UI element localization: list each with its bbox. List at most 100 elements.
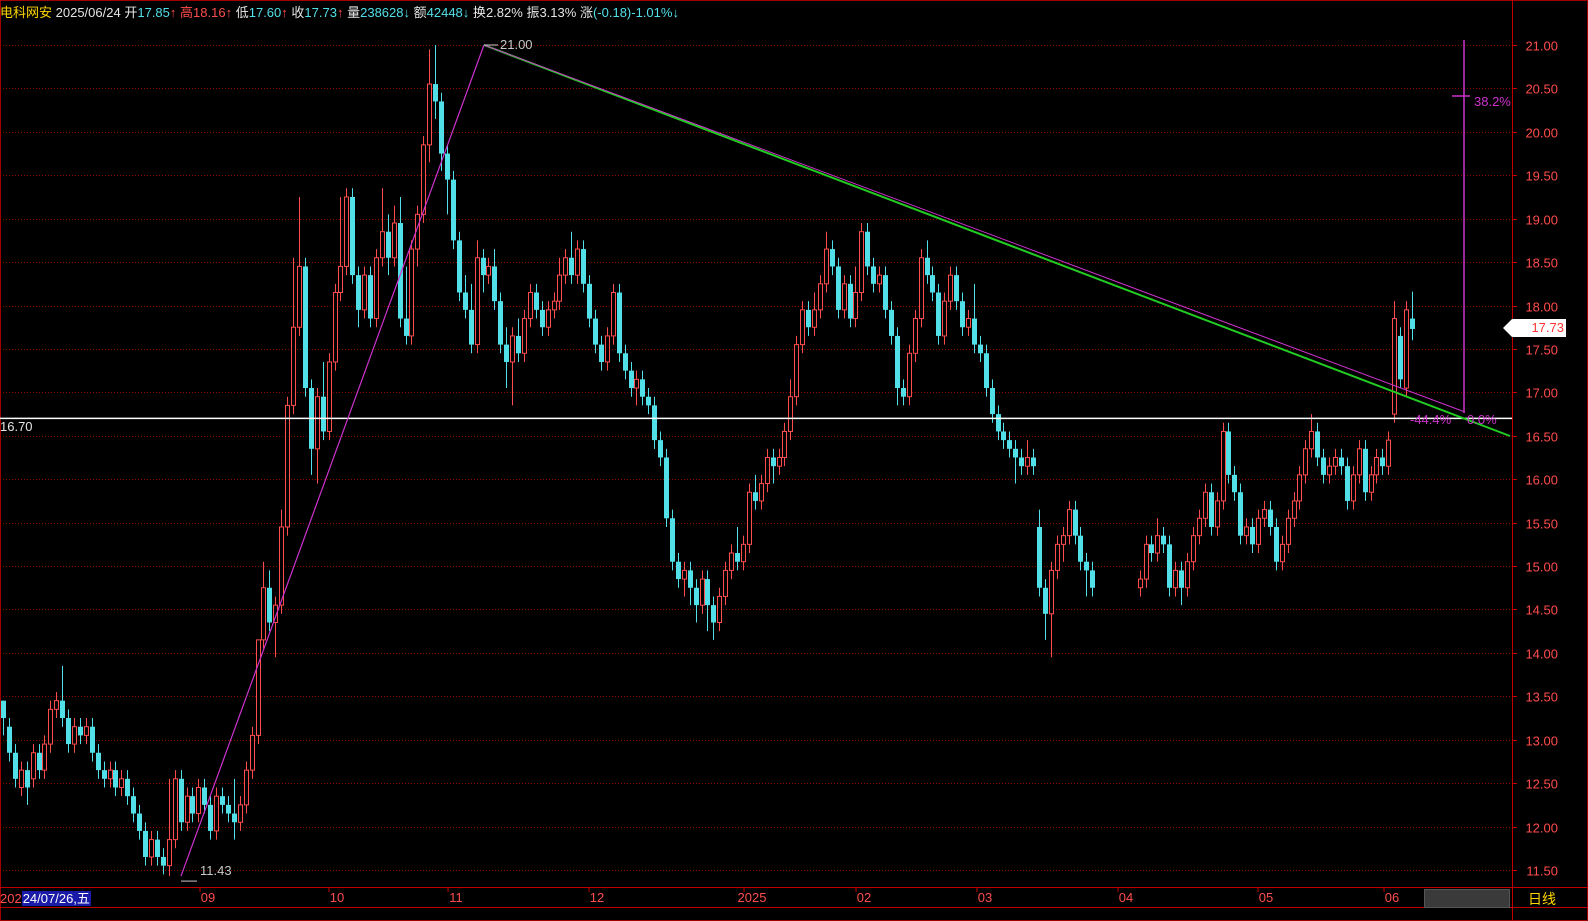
last-price-tag: 17.73	[1503, 319, 1566, 337]
candle-body-down	[1380, 457, 1385, 467]
candle-body-up	[1049, 569, 1054, 615]
price-axis-label: 18.50	[1525, 256, 1558, 271]
candle-body-down	[96, 752, 101, 771]
time-scrollbar-thumb[interactable]	[1424, 889, 1510, 908]
candle-body-down	[1232, 474, 1237, 493]
candle-body-up	[374, 257, 379, 320]
candle-body-up	[1327, 465, 1332, 476]
candle-body-up	[238, 804, 243, 823]
candle-body-up	[765, 457, 770, 485]
candle-body-up	[1061, 535, 1066, 545]
candle-body-up	[723, 569, 728, 597]
candle-body-up	[42, 743, 47, 771]
high-label: 高	[180, 5, 194, 20]
candle-body-down	[1090, 570, 1095, 588]
downtrend-line-magenta[interactable]	[483, 44, 1466, 413]
price-axis-label: 14.50	[1525, 603, 1558, 618]
candle-body-down	[534, 292, 539, 310]
candle-body-down	[1149, 544, 1154, 554]
open-arrow: ↑	[169, 5, 177, 20]
candle-body-down	[498, 301, 503, 345]
candle-body-down	[492, 266, 497, 302]
candle-body-down	[1321, 457, 1326, 475]
candle-body-up	[1280, 543, 1285, 563]
price-axis-label: 12.50	[1525, 777, 1558, 792]
candle-body-down	[350, 196, 355, 276]
downtrend-line-green[interactable]	[483, 44, 1511, 437]
candle-body-up	[421, 144, 426, 215]
uptrend-line[interactable]	[180, 44, 485, 877]
period-selector[interactable]: 日线	[1522, 889, 1562, 909]
candle-body-up	[19, 769, 24, 789]
candle-body-up	[546, 309, 551, 328]
candle-body-down	[13, 752, 18, 779]
candle-body-up	[1369, 474, 1374, 493]
price-axis-label: 20.50	[1525, 82, 1558, 97]
candle-body-up	[475, 257, 480, 346]
candle-body-down	[1345, 466, 1350, 501]
candle-body-up	[1155, 535, 1160, 554]
candle-body-down	[711, 605, 716, 623]
candle-body-up	[682, 569, 687, 580]
open-value: 17.85	[137, 5, 170, 20]
candle-body-up	[54, 700, 59, 710]
candle-body-up	[1392, 318, 1397, 415]
candle-body-up	[244, 769, 249, 806]
high-value: 18.16	[193, 5, 226, 20]
candle-body-down	[1339, 457, 1344, 467]
price-axis-label: 13.50	[1525, 690, 1558, 705]
price-axis-label: 18.00	[1525, 300, 1558, 315]
candle-body-down	[386, 231, 391, 258]
candle-body-up	[907, 352, 912, 398]
candle-body-up	[1404, 309, 1409, 389]
candle-body-up	[362, 274, 367, 311]
candle-body-up	[315, 396, 320, 450]
candle-body-up	[427, 83, 432, 146]
time-axis-label: 11	[449, 890, 463, 905]
time-axis-label: 02	[857, 890, 871, 905]
candle-body-up	[552, 300, 557, 311]
candle-body-down	[516, 335, 521, 354]
candle-body-up	[842, 283, 847, 311]
candle-body-down	[806, 309, 811, 328]
low-arrow: ↑	[281, 5, 288, 20]
candle-body-down	[670, 518, 675, 562]
close-value: 17.73	[304, 5, 337, 20]
candle-body-up	[1215, 500, 1220, 528]
change-label: 涨	[579, 5, 593, 20]
candle-body-up	[1173, 569, 1178, 589]
candle-body-down	[321, 396, 326, 432]
candle-body-up	[966, 318, 971, 328]
candle-body-down	[889, 309, 894, 336]
price-axis-label: 14.00	[1525, 647, 1558, 662]
candle-body-down	[617, 292, 622, 354]
candle-body-down	[445, 153, 450, 180]
candle-body-up	[1292, 500, 1297, 519]
candle-body-up	[1386, 439, 1391, 467]
candlestick-chart[interactable]: 21.00 20.50 20.00 19.50 19.00 18.50 18.00 17.50…	[0, 0, 1588, 921]
candle-body-up	[557, 274, 562, 302]
candle-body-up	[84, 726, 89, 736]
candle-body-up	[812, 309, 817, 328]
candle-body-down	[1019, 457, 1024, 467]
amplitude-label: 振	[526, 5, 540, 20]
time-axis-label: 03	[978, 890, 992, 905]
time-axis-label: 05	[1259, 890, 1273, 905]
candle-body-down	[925, 257, 930, 276]
candle-body-up	[486, 265, 491, 276]
candle-body-down	[753, 492, 758, 501]
candle-body-down	[978, 344, 983, 354]
candle-body-down	[569, 257, 574, 276]
amount-label: 额	[413, 5, 427, 20]
close-arrow: ↑	[336, 5, 344, 20]
candle-body-down	[102, 770, 107, 779]
candle-body-up	[794, 344, 799, 398]
fib-382-label: 38.2%	[1474, 94, 1511, 109]
candle-body-down	[1238, 492, 1243, 536]
candle-body-up	[853, 292, 858, 320]
candle-body-up	[1221, 430, 1226, 502]
chart-frame	[0, 0, 1588, 921]
candle-body-down	[457, 240, 462, 293]
candle-body-up	[214, 795, 219, 832]
candle-body-down	[1, 700, 6, 719]
